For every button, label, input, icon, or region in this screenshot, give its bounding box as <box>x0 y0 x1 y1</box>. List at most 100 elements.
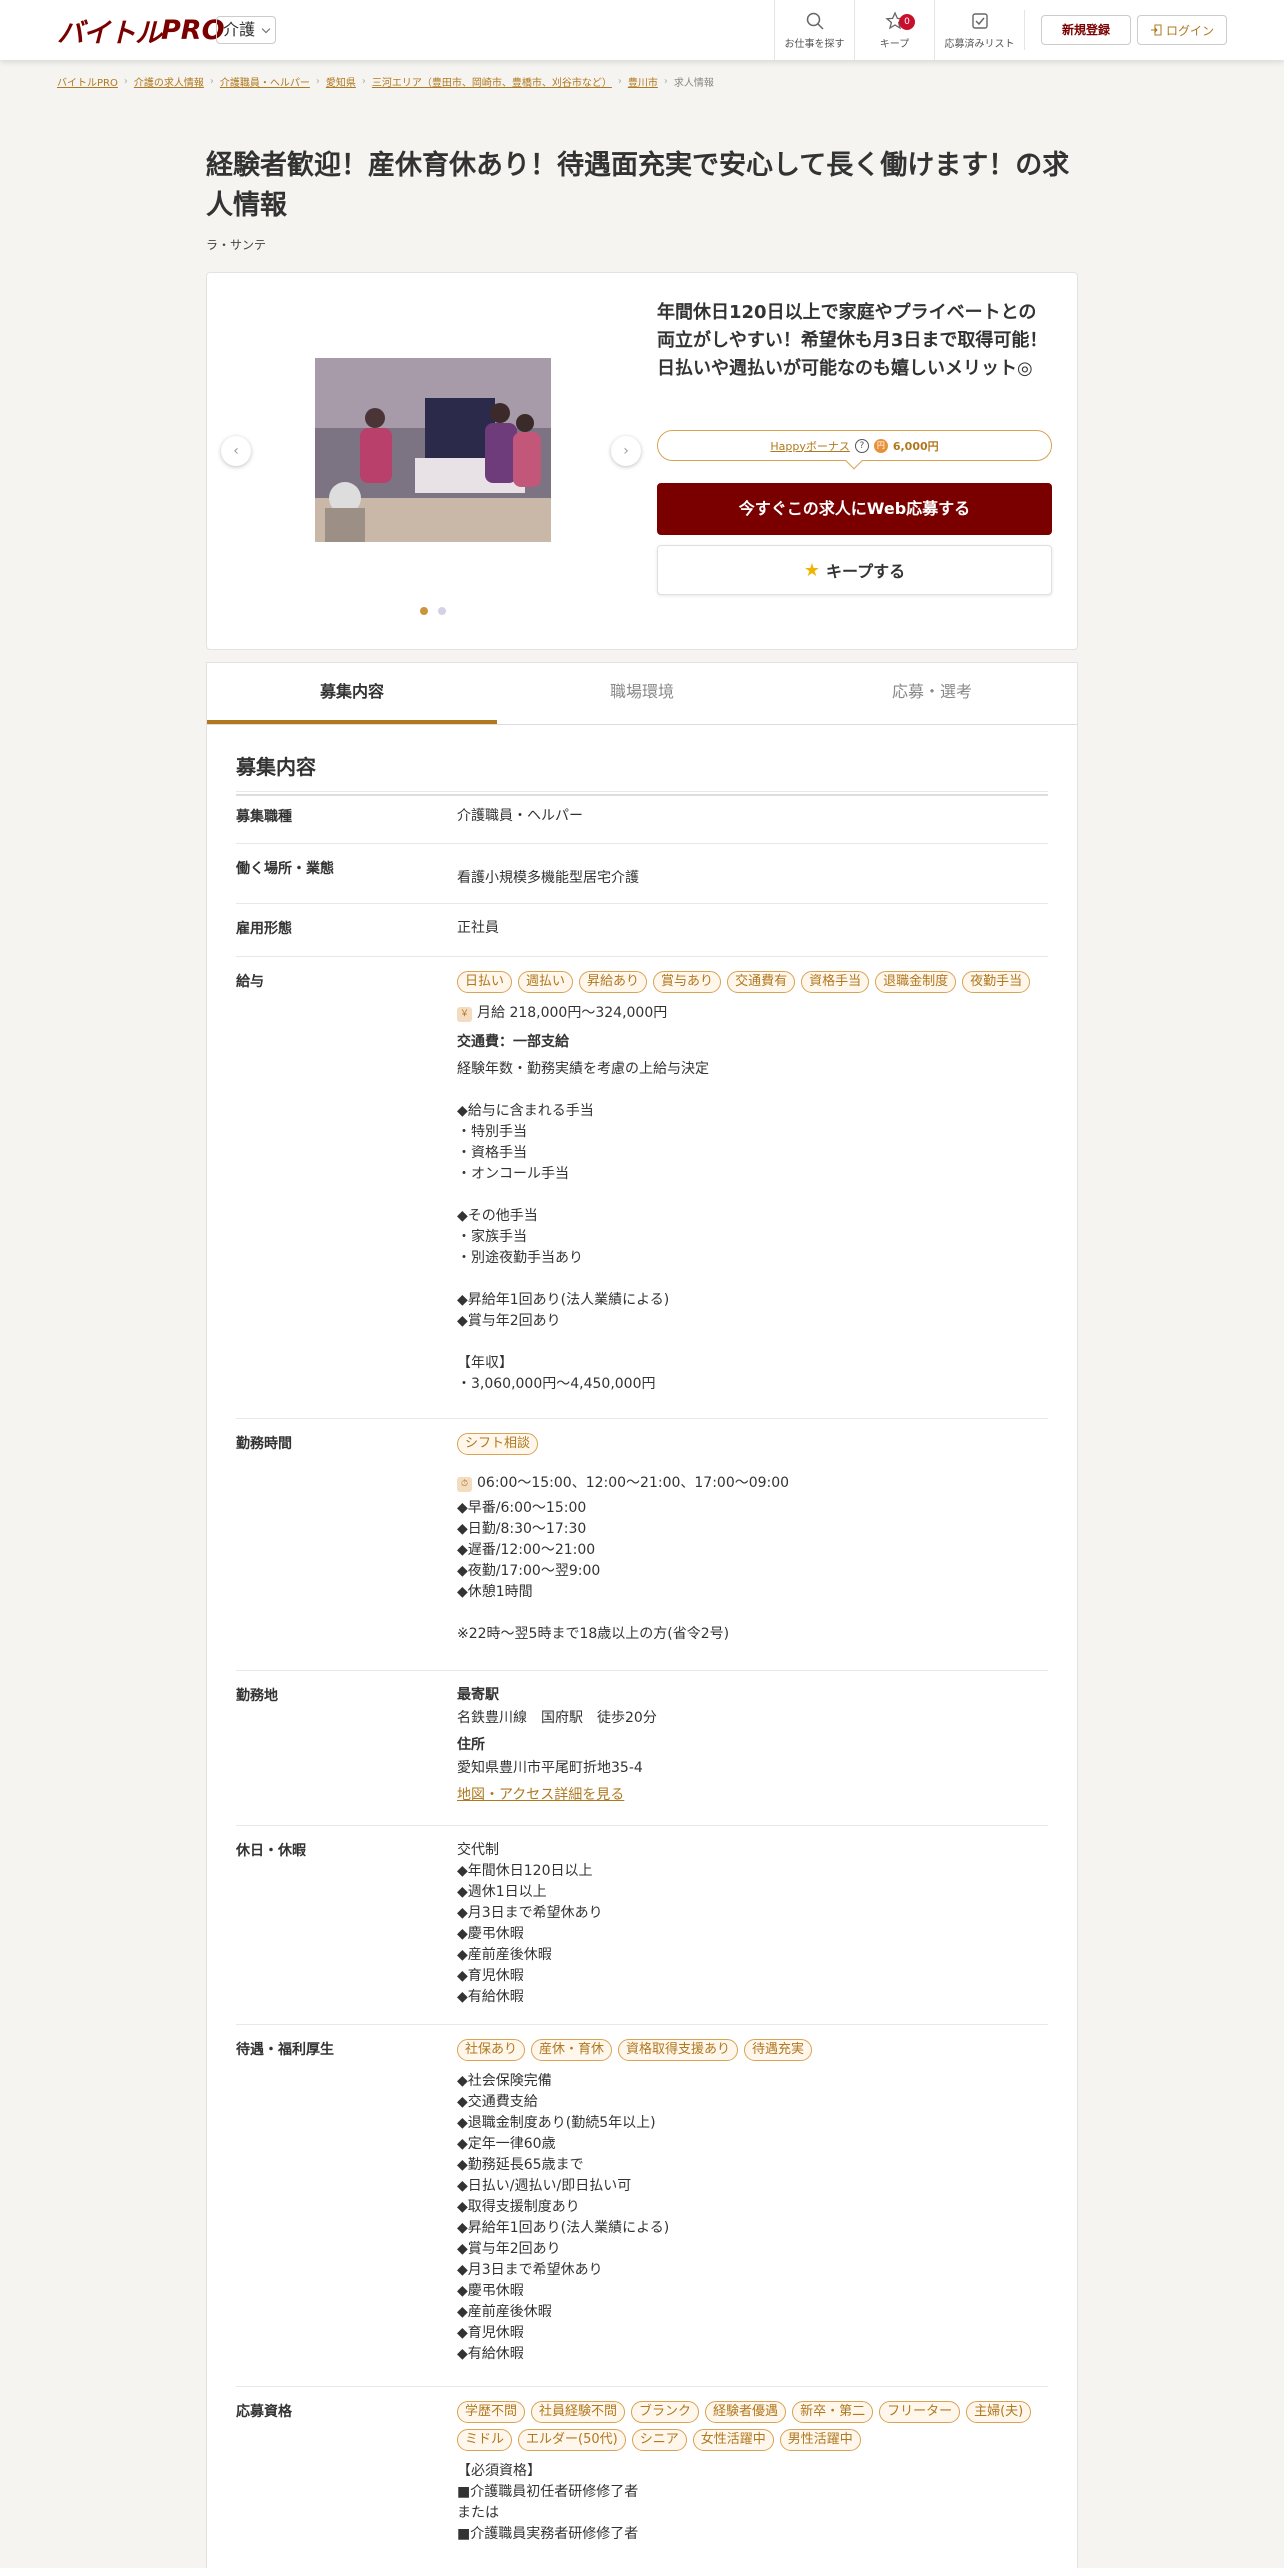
row-label: 待遇・福利厚生 <box>236 2042 334 2058</box>
chevron-left-icon: ‹ <box>233 443 239 459</box>
nav-keep-label: キープ <box>879 38 910 50</box>
row-label: 勤務地 <box>236 1688 278 1704</box>
nav-search-jobs[interactable]: お仕事を探す <box>774 0 854 60</box>
station-value: 名鉄豊川線 国府駅 徒歩20分 <box>457 1710 657 1726</box>
qualifications-detail: 【必須資格】 ■介護職員初任者研修修了者 または ■介護職員実務者研修修了者 <box>457 2463 639 2542</box>
map-link[interactable]: 地図・アクセス詳細を見る <box>457 1785 1042 1806</box>
tab-application[interactable]: 応募・選考 <box>787 663 1077 724</box>
login-button[interactable]: ログイン <box>1137 15 1227 45</box>
feature-tag: 女性活躍中 <box>692 2429 774 2451</box>
feature-tag: 交通費有 <box>727 971 796 993</box>
address-heading: 住所 <box>457 1737 485 1753</box>
keep-button[interactable]: ★ キープする <box>657 545 1052 595</box>
breadcrumb-link[interactable]: バイトルPRO <box>57 74 118 89</box>
breadcrumb-link[interactable]: 愛知県 <box>326 74 356 89</box>
job-detail-panel: 募集内容 職場環境 応募・選考 募集内容 募集職種 介護職員・ヘルパー 働く場所… <box>206 662 1078 2568</box>
logo-main-text: バイトル <box>57 17 162 49</box>
carousel-dot-active[interactable] <box>420 607 428 615</box>
job-type-value: 介護職員・ヘルパー <box>457 808 583 824</box>
row-label: 応募資格 <box>236 2404 292 2420</box>
row-workplace: 働く場所・業態 看護小規模多機能型居宅介護 <box>236 843 1048 903</box>
nav-divider <box>1024 10 1025 50</box>
row-benefits: 待遇・福利厚生 社保あり 産休・育休 資格取得支援あり 待遇充実 ◆社会保険完備… <box>236 2024 1048 2386</box>
site-logo[interactable]: バイトル PRO <box>57 13 225 49</box>
row-hours: 勤務時間 シフト相談 ⏱ 06:00〜15:00、12:00〜21:00、17:0… <box>236 1418 1048 1670</box>
happy-bonus-badge: Happyボーナス ? 円 6,000円 <box>657 430 1052 461</box>
salary-detail: 経験年数・勤務実績を考慮の上給与決定 ◆給与に含まれる手当 ・特別手当 ・資格手… <box>457 1061 709 1392</box>
help-icon[interactable]: ? <box>854 438 869 453</box>
location-value: 最寄駅 名鉄豊川線 国府駅 徒歩20分 住所 愛知県豊川市平尾町折地35-4 地… <box>457 1685 1042 1806</box>
row-location: 勤務地 最寄駅 名鉄豊川線 国府駅 徒歩20分 住所 愛知県豊川市平尾町折地35… <box>236 1670 1048 1825</box>
clock-icon: ⏱ <box>457 1477 472 1492</box>
feature-tag: ミドル <box>457 2429 513 2451</box>
feature-tag: 資格取得支援あり <box>618 2039 739 2061</box>
feature-tag: 新卒・第二 <box>792 2401 874 2423</box>
keep-label: キープする <box>826 562 906 581</box>
qualification-tags: 学歴不問 社員経験不問 ブランク 経験者優遇 新卒・第二 フリーター 主婦(夫)… <box>457 2401 1042 2451</box>
row-holidays: 休日・休暇 交代制 ◆年間休日120日以上 ◆週休1日以上 ◆月3日まで希望休あ… <box>236 1825 1048 2024</box>
feature-tag: 日払い <box>457 971 513 993</box>
transport-allowance: 交通費：一部支給 <box>457 1034 569 1050</box>
breadcrumb-link[interactable]: 介護の求人情報 <box>134 74 204 89</box>
breadcrumb-link[interactable]: 三河エリア（豊田市、岡崎市、豊橋市、刈谷市など） <box>372 74 612 89</box>
detail-tabs: 募集内容 職場環境 応募・選考 <box>207 663 1077 725</box>
row-label: 働く場所・業態 <box>236 861 334 877</box>
salary-amount: 月給 218,000円〜324,000円 <box>477 1005 668 1021</box>
feature-tag: 学歴不問 <box>457 2401 526 2423</box>
chevron-right-icon: › <box>123 76 128 87</box>
company-name: ラ・サンテ <box>206 238 267 252</box>
breadcrumb-link[interactable]: 豊川市 <box>628 74 658 89</box>
breadcrumb: バイトルPRO › 介護の求人情報 › 介護職員・ヘルパー › 愛知県 › 三河エリア（… <box>57 74 714 89</box>
row-qualifications: 応募資格 学歴不問 社員経験不問 ブランク 経験者優遇 新卒・第二 フリーター … <box>236 2386 1048 2568</box>
hours-value: シフト相談 ⏱ 06:00〜15:00、12:00〜21:00、17:00〜09:… <box>457 1433 1042 1645</box>
carousel-prev-button[interactable]: ‹ <box>221 436 251 466</box>
feature-tag: 昇給あり <box>579 971 648 993</box>
chevron-right-icon: › <box>623 443 629 459</box>
feature-tag: 経験者優遇 <box>705 2401 787 2423</box>
hours-time: 06:00〜15:00、12:00〜21:00、17:00〜09:00 <box>477 1475 790 1491</box>
yen-icon: ￥ <box>457 1007 472 1022</box>
chevron-right-icon: › <box>209 76 214 87</box>
breadcrumb-current: 求人情報 <box>673 78 714 89</box>
benefits-detail: ◆社会保険完備 ◆交通費支給 ◆退職金制度あり(勤続5年以上) ◆定年一律60歳… <box>457 2073 670 2362</box>
category-select[interactable]: 介護 <box>216 16 277 44</box>
feature-tag: 賞与あり <box>653 971 722 993</box>
tab-workplace[interactable]: 職場環境 <box>497 663 787 724</box>
breadcrumb-link[interactable]: 介護職員・ヘルパー <box>220 74 310 89</box>
workplace-photo <box>315 358 551 542</box>
chevron-right-icon: › <box>361 76 366 87</box>
row-salary: 給与 日払い 週払い 昇給あり 賞与あり 交通費有 資格手当 退職金制度 夜勤手… <box>236 956 1048 1418</box>
nav-search-label: お仕事を探す <box>784 38 845 50</box>
benefits-value: 社保あり 産休・育休 資格取得支援あり 待遇充実 ◆社会保険完備 ◆交通費支給 … <box>457 2039 1042 2365</box>
check-icon <box>971 12 988 29</box>
feature-tag: 資格手当 <box>801 971 870 993</box>
feature-tag: ブランク <box>631 2401 700 2423</box>
chevron-right-icon: › <box>315 76 320 87</box>
carousel-next-button[interactable]: › <box>611 436 641 466</box>
address-value: 愛知県豊川市平尾町折地35-4 <box>457 1760 643 1776</box>
feature-tag: 週払い <box>518 971 574 993</box>
nav-applied-list[interactable]: 応募済みリスト <box>934 0 1024 60</box>
bonus-amount: 6,000円 <box>892 439 939 453</box>
nav-keep[interactable]: キープ 0 <box>854 0 934 60</box>
hours-tags: シフト相談 <box>457 1433 1042 1455</box>
page-title: 経験者歓迎！産休育休あり！待遇面充実で安心して長く働けます！の求人情報 <box>206 150 1070 221</box>
feature-tag: 主婦(夫) <box>966 2401 1032 2423</box>
feature-tag: 社員経験不問 <box>531 2401 626 2423</box>
feature-tag: シニア <box>631 2429 687 2451</box>
web-apply-button[interactable]: 今すぐこの求人にWeb応募する <box>657 483 1052 535</box>
row-label: 給与 <box>236 974 264 990</box>
salary-value: 日払い 週払い 昇給あり 賞与あり 交通費有 資格手当 退職金制度 夜勤手当 ￥… <box>457 971 1042 1395</box>
login-icon <box>1150 24 1162 36</box>
site-header: バイトル PRO 介護 お仕事を探す キープ 0 応募済みリスト 新規登録 ログイ… <box>0 0 1284 60</box>
star-icon: ★ <box>803 559 821 581</box>
register-button[interactable]: 新規登録 <box>1041 15 1131 45</box>
row-label: 勤務時間 <box>236 1436 292 1452</box>
happy-bonus-link[interactable]: Happyボーナス <box>770 438 850 454</box>
employment-value: 正社員 <box>457 920 499 936</box>
carousel-dot[interactable] <box>438 607 446 615</box>
tab-recruitment[interactable]: 募集内容 <box>207 663 497 724</box>
hours-detail: ◆早番/6:00～15:00 ◆日勤/8:30～17:30 ◆遅番/12:00～… <box>457 1500 730 1642</box>
keep-count-badge: 0 <box>899 14 915 30</box>
benefits-tags: 社保あり 産休・育休 資格取得支援あり 待遇充実 <box>457 2039 1042 2061</box>
